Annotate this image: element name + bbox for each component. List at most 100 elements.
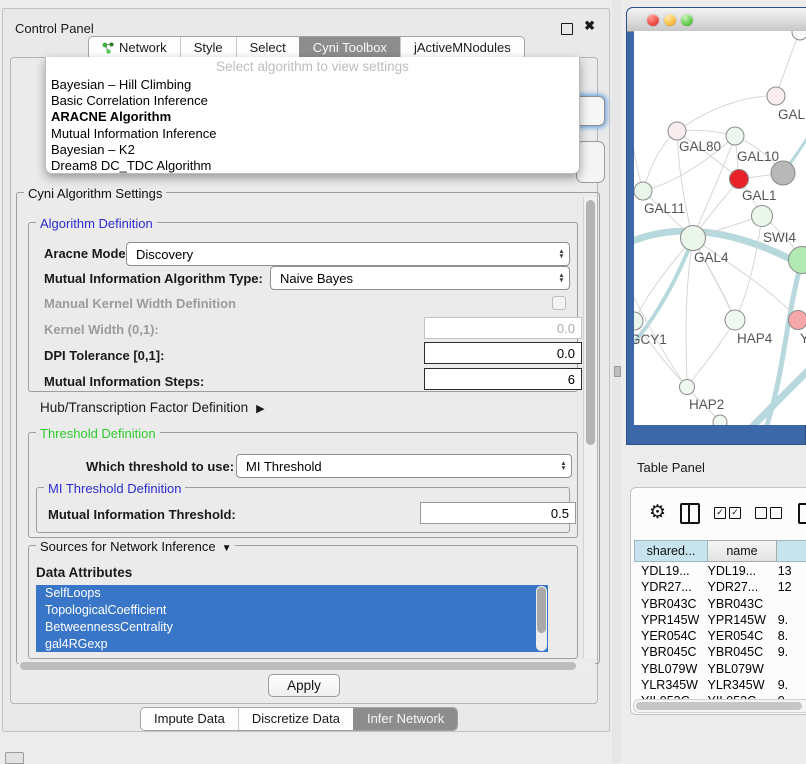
table-row[interactable]: YDR27...YDR27...12 <box>634 579 806 595</box>
table-cell: YLR345W <box>701 677 771 693</box>
tab-network[interactable]: Network <box>89 37 180 59</box>
tab-label: Style <box>194 40 223 55</box>
table-cell: YPR145W <box>634 612 701 628</box>
table-row[interactable]: YLR345WYLR345W9. <box>634 677 806 693</box>
sources-group-title[interactable]: Sources for Network Inference▼ <box>36 539 235 554</box>
table-row[interactable]: YPR145WYPR145W9. <box>634 612 806 628</box>
float-window-icon[interactable] <box>561 23 573 35</box>
tab-infer-network[interactable]: Infer Network <box>353 708 457 730</box>
mi-algorithm-type-combo[interactable]: Naive Bayes ▲▼ <box>270 266 570 290</box>
column-header[interactable]: shared... <box>634 540 708 562</box>
close-icon[interactable]: ✖ <box>584 18 595 34</box>
kernel-width-label: Kernel Width (0,1): <box>44 322 159 337</box>
column-header[interactable] <box>777 540 806 562</box>
table-horizontal-scrollbar[interactable] <box>633 699 806 713</box>
network-node-gal80[interactable] <box>668 122 686 140</box>
network-node-gal11[interactable] <box>634 182 652 200</box>
tab-jactivemnodules[interactable]: jActiveMNodules <box>400 37 524 59</box>
network-window-titlebar[interactable] <box>627 8 806 32</box>
mi-threshold-field[interactable]: 0.5 <box>420 502 576 524</box>
table-cell: 9. <box>771 612 806 628</box>
tab-label: Select <box>250 40 286 55</box>
network-edge <box>643 131 677 191</box>
table-cell: YBR045C <box>634 644 701 660</box>
dropdown-item[interactable]: Mutual Information Inference <box>46 126 579 142</box>
hub-definition-expander[interactable]: Hub/Transcription Factor Definition▶ <box>40 400 265 415</box>
minimize-traffic-light-icon[interactable] <box>664 14 676 26</box>
dropdown-item[interactable]: Dream8 DC_TDC Algorithm <box>46 158 579 174</box>
column-header[interactable]: name <box>708 540 777 562</box>
table-row[interactable]: YER054CYER054C8. <box>634 628 806 644</box>
network-canvas[interactable]: GALGAL80GAL10GAL1GAL11SWI4GAL4GCY1HAP4YH… <box>634 31 806 425</box>
dropdown-item[interactable]: ARACNE Algorithm <box>46 109 579 125</box>
data-table-combo-edge[interactable] <box>576 141 605 183</box>
settings-vertical-scrollbar[interactable] <box>583 197 597 658</box>
table-header: shared...name <box>634 540 806 562</box>
attribute-list-item[interactable]: gal4RGexp <box>36 636 548 652</box>
attribute-list-item[interactable]: BetweennessCentrality <box>36 619 548 636</box>
manual-kernel-width-label: Manual Kernel Width Definition <box>44 296 236 311</box>
dropdown-item[interactable]: Bayesian – K2 <box>46 142 579 158</box>
table-rows: YDL19...YDL19...13YDR27...YDR27...12YBR0… <box>634 563 806 701</box>
table-cell: YBR043C <box>701 596 771 612</box>
table-row[interactable]: YBR043CYBR043C <box>634 596 806 612</box>
unchecked-pair-icon[interactable] <box>755 507 782 519</box>
close-traffic-light-icon[interactable] <box>647 14 659 26</box>
node-label: GAL10 <box>737 149 779 164</box>
network-node-gcy1[interactable] <box>634 312 643 330</box>
chevron-right-icon: ▶ <box>256 402 264 415</box>
which-threshold-combo[interactable]: MI Threshold ▲▼ <box>236 454 572 478</box>
dropdown-item[interactable]: Bayesian – Hill Climbing <box>46 77 579 93</box>
mi-threshold-label: Mutual Information Threshold: <box>48 507 236 522</box>
network-node[interactable] <box>713 415 727 425</box>
network-node-hap4[interactable] <box>725 310 745 330</box>
kernel-width-field[interactable]: 0.0 <box>424 317 582 339</box>
tab-select[interactable]: Select <box>236 37 299 59</box>
table-row[interactable]: YBL079WYBL079W <box>634 661 806 677</box>
network-node[interactable] <box>789 247 806 274</box>
network-node-gal1[interactable] <box>730 170 749 189</box>
tab-discretize-data[interactable]: Discretize Data <box>238 708 353 730</box>
mi-steps-field[interactable]: 6 <box>424 368 582 390</box>
tab-impute-data[interactable]: Impute Data <box>141 708 238 730</box>
attributes-list-scrollbar[interactable] <box>536 586 547 651</box>
network-node-swi4[interactable] <box>752 206 773 227</box>
tab-cyni-toolbox[interactable]: Cyni Toolbox <box>299 37 400 59</box>
tab-style[interactable]: Style <box>180 37 236 59</box>
network-node-gal10[interactable] <box>726 127 744 145</box>
manual-kernel-width-checkbox[interactable] <box>552 296 566 310</box>
node-label: Y <box>800 331 806 346</box>
dpi-tolerance-field[interactable]: 0.0 <box>424 342 582 364</box>
node-label: GAL80 <box>679 139 721 154</box>
table-cell: YDL19... <box>634 563 701 579</box>
gear-icon[interactable]: ⚙ <box>649 504 666 522</box>
attribute-list-item[interactable]: TopologicalCoefficient <box>36 602 548 619</box>
table-row[interactable]: YDL19...YDL19...13 <box>634 563 806 579</box>
network-node-y[interactable] <box>789 311 806 330</box>
network-node[interactable] <box>792 31 806 40</box>
zoom-traffic-light-icon[interactable] <box>681 14 693 26</box>
collapsed-panel-button[interactable] <box>5 752 24 764</box>
tab-label: Cyni Toolbox <box>313 40 387 55</box>
split-columns-icon[interactable] <box>680 503 700 524</box>
dropdown-item[interactable]: Basic Correlation Inference <box>46 93 579 109</box>
network-node-gal[interactable] <box>767 87 785 105</box>
dropdown-prompt: Select algorithm to view settings <box>46 57 579 77</box>
table-row[interactable]: YBR045CYBR045C9. <box>634 644 806 660</box>
stepper-arrows-icon: ▲▼ <box>556 461 571 471</box>
network-edge <box>634 91 643 191</box>
table-cell: 13 <box>771 563 806 579</box>
network-node-gal4[interactable] <box>681 226 706 251</box>
aracne-mode-combo[interactable]: Discovery ▲▼ <box>126 242 570 266</box>
data-attributes-label: Data Attributes <box>36 565 132 580</box>
panel-splitter[interactable] <box>612 0 621 762</box>
network-node[interactable] <box>771 161 795 185</box>
table-cell: 12 <box>771 579 806 595</box>
attribute-list-item[interactable]: SelfLoops <box>36 585 548 602</box>
settings-horizontal-scrollbar[interactable] <box>18 661 596 671</box>
network-edge <box>677 96 776 131</box>
page-icon[interactable] <box>798 503 806 524</box>
network-node-hap2[interactable] <box>680 380 695 395</box>
apply-button[interactable]: Apply <box>268 674 340 697</box>
checked-pair-icon[interactable]: ✓✓ <box>714 507 741 519</box>
